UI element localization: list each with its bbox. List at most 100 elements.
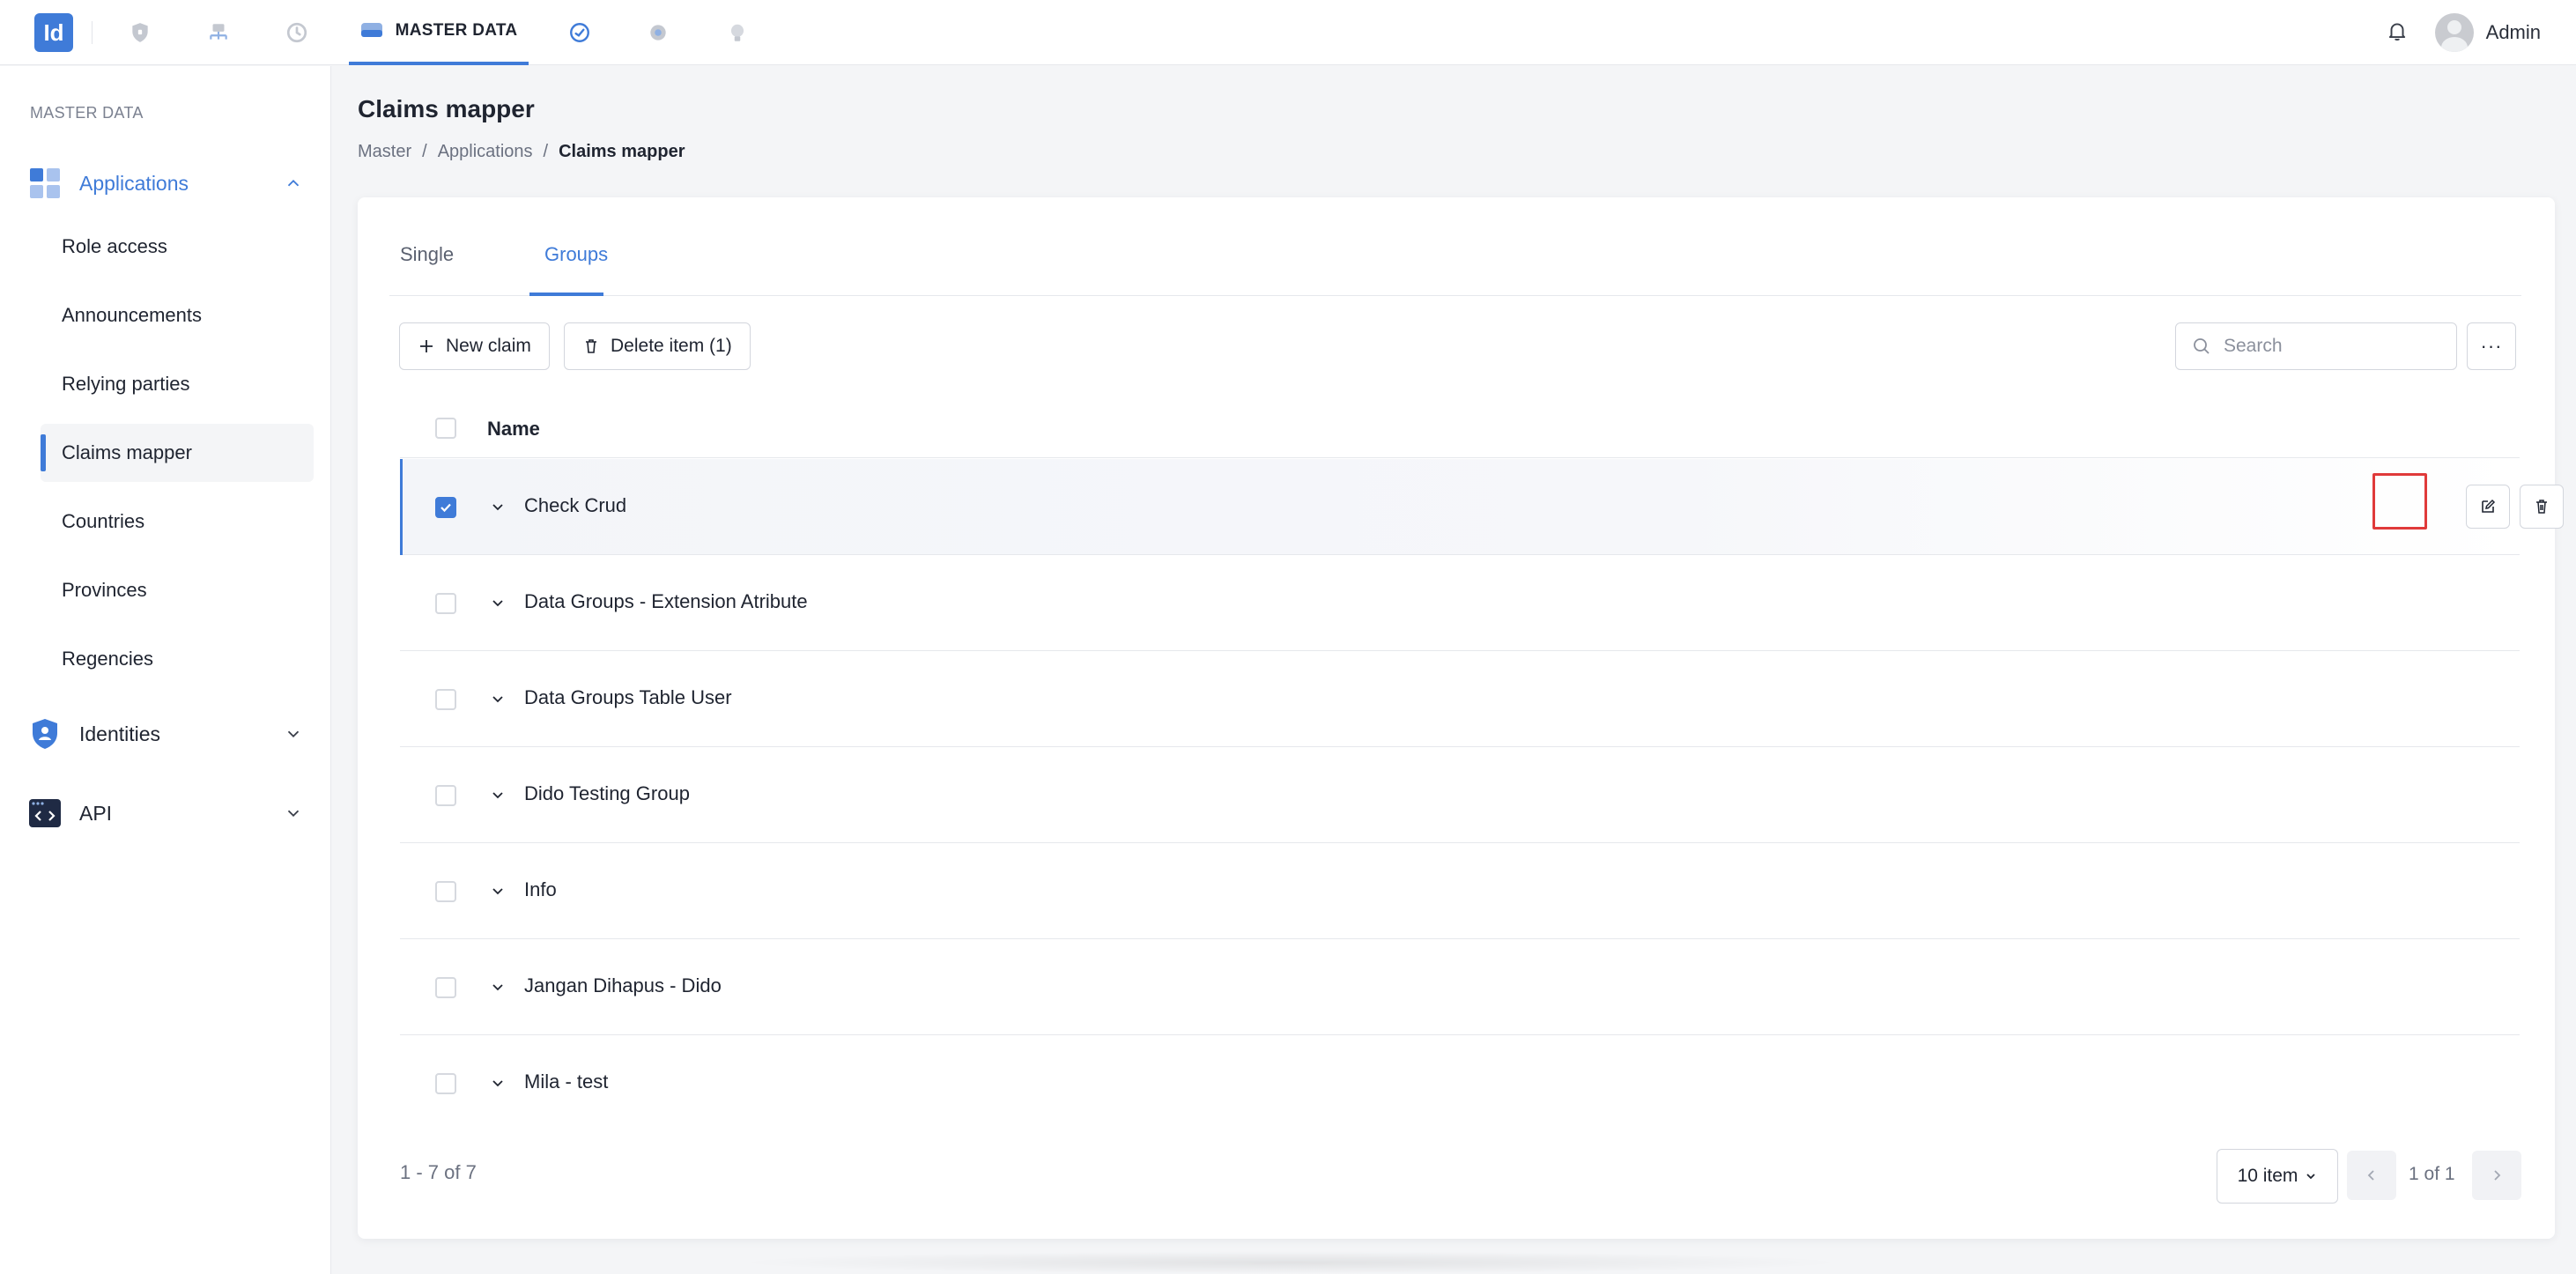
applications-icon xyxy=(28,167,62,200)
row-name: Jangan Dihapus - Dido xyxy=(524,974,722,996)
expand-chevron-icon[interactable] xyxy=(488,498,507,517)
topbar-divider xyxy=(92,21,93,44)
row-checkbox[interactable] xyxy=(435,977,456,998)
expand-chevron-icon[interactable] xyxy=(488,594,507,613)
row-checkbox[interactable] xyxy=(435,1073,456,1094)
content-card: Single Groups New claim Delete item (1) … xyxy=(358,197,2564,1239)
identities-icon xyxy=(28,717,62,751)
sidebar-group-api[interactable]: API xyxy=(28,791,303,835)
expand-chevron-icon[interactable] xyxy=(488,1074,507,1093)
check-icon xyxy=(440,503,451,513)
tab-single[interactable]: Single xyxy=(400,243,454,266)
top-navigation-bar: Id MASTER DATA Admin xyxy=(0,0,2576,65)
sidebar-item-relying-parties[interactable]: Relying parties xyxy=(41,355,314,413)
trash-icon xyxy=(586,339,596,353)
new-claim-button[interactable]: New claim xyxy=(399,322,550,370)
tab-master-data[interactable]: MASTER DATA xyxy=(349,0,529,65)
breadcrumb-item-applications[interactable]: Applications xyxy=(438,142,533,162)
row-checkbox[interactable] xyxy=(435,689,456,710)
table-row[interactable]: Dido Testing Group xyxy=(400,747,2520,843)
breadcrumb-separator: / xyxy=(543,142,549,161)
sidebar-item-provinces[interactable]: Provinces xyxy=(41,561,314,619)
edit-button-highlight xyxy=(2372,473,2427,530)
chevron-right-icon xyxy=(2494,1170,2501,1181)
api-icon xyxy=(28,796,62,830)
table-row[interactable]: Data Groups - Extension Atribute xyxy=(400,555,2520,651)
sidebar-item-announcements[interactable]: Announcements xyxy=(41,286,314,344)
sidebar-item-countries[interactable]: Countries xyxy=(41,493,314,551)
row-checkbox[interactable] xyxy=(435,497,456,518)
page-size-select[interactable]: 10 item xyxy=(2217,1149,2338,1204)
breadcrumb: Master / Applications / Claims mapper xyxy=(358,142,685,162)
shield-icon[interactable] xyxy=(124,17,156,48)
dashboard-icon[interactable] xyxy=(564,17,596,48)
sidebar-item-regencies[interactable]: Regencies xyxy=(41,630,314,688)
select-all-checkbox[interactable] xyxy=(435,418,456,439)
pagination-count: 1 - 7 of 7 xyxy=(400,1161,477,1183)
chevron-down-icon xyxy=(287,810,300,818)
expand-chevron-icon[interactable] xyxy=(488,978,507,997)
breadcrumb-item-master[interactable]: Master xyxy=(358,142,411,162)
chevron-up-icon xyxy=(287,179,300,187)
expand-chevron-icon[interactable] xyxy=(488,786,507,805)
chevron-left-icon xyxy=(2367,1170,2374,1181)
chevron-down-icon xyxy=(2306,1174,2316,1180)
settings-icon[interactable] xyxy=(642,17,674,48)
row-checkbox[interactable] xyxy=(435,785,456,806)
new-claim-label: New claim xyxy=(446,336,531,356)
page-size-label: 10 item xyxy=(2237,1166,2298,1186)
row-name: Mila - test xyxy=(524,1070,609,1093)
table-header: Name xyxy=(400,400,2520,458)
active-tab-indicator xyxy=(529,293,603,296)
table-row[interactable]: Check Crud xyxy=(400,459,2564,555)
sidebar-item-role-access[interactable]: Role access xyxy=(41,218,314,276)
table-row[interactable]: Jangan Dihapus - Dido xyxy=(400,939,2520,1035)
sidebar-group-label: Applications xyxy=(79,171,189,195)
sidebar-group-label: API xyxy=(79,801,113,825)
more-options-button[interactable]: ··· xyxy=(2467,322,2516,370)
table-row[interactable]: Mila - test xyxy=(400,1035,2520,1131)
bulb-icon[interactable] xyxy=(722,17,753,48)
plus-icon xyxy=(420,340,433,352)
row-name: Data Groups - Extension Atribute xyxy=(524,590,808,612)
user-menu[interactable]: Admin xyxy=(2434,13,2541,52)
table-row[interactable]: Info xyxy=(400,843,2520,939)
sidebar-group-applications[interactable]: Applications xyxy=(28,161,303,205)
sidebar-group-identities[interactable]: Identities xyxy=(28,712,303,756)
tab-master-data-label: MASTER DATA xyxy=(395,21,518,40)
column-header-name[interactable]: Name xyxy=(487,418,540,441)
page-info: 1 of 1 xyxy=(2409,1164,2455,1184)
expand-chevron-icon[interactable] xyxy=(488,882,507,901)
sidebar-item-claims-mapper[interactable]: Claims mapper xyxy=(41,424,314,482)
history-icon[interactable] xyxy=(281,17,313,48)
table-row[interactable]: Data Groups Table User xyxy=(400,651,2520,747)
expand-chevron-icon[interactable] xyxy=(488,690,507,709)
search-icon xyxy=(2194,338,2210,354)
notification-bell-icon[interactable] xyxy=(2386,19,2409,47)
user-name: Admin xyxy=(2485,21,2541,43)
row-name: Dido Testing Group xyxy=(524,782,690,804)
tab-groups[interactable]: Groups xyxy=(544,243,608,266)
search-field[interactable] xyxy=(2175,322,2457,370)
footer-shadow xyxy=(731,1251,1850,1274)
delete-row-button[interactable] xyxy=(2520,485,2564,529)
sidebar-group-label: Identities xyxy=(79,722,161,745)
next-page-button[interactable] xyxy=(2472,1151,2521,1200)
edit-button[interactable] xyxy=(2466,485,2510,529)
breadcrumb-item-current: Claims mapper xyxy=(559,142,685,161)
trash-icon xyxy=(2536,500,2547,514)
tab-bar: Single Groups xyxy=(389,197,2521,296)
database-icon xyxy=(360,19,383,43)
avatar xyxy=(2434,13,2474,52)
row-name: Check Crud xyxy=(524,494,627,516)
row-name: Data Groups Table User xyxy=(524,686,732,708)
delete-item-button[interactable]: Delete item (1) xyxy=(564,322,751,370)
row-checkbox[interactable] xyxy=(435,881,456,902)
network-icon[interactable] xyxy=(203,17,234,48)
sidebar: MASTER DATA Applications Role access Ann… xyxy=(0,66,331,1274)
previous-page-button[interactable] xyxy=(2347,1151,2396,1200)
page-title: Claims mapper xyxy=(358,95,535,122)
search-input[interactable] xyxy=(2224,336,2435,357)
app-logo[interactable]: Id xyxy=(34,13,73,52)
row-checkbox[interactable] xyxy=(435,593,456,614)
